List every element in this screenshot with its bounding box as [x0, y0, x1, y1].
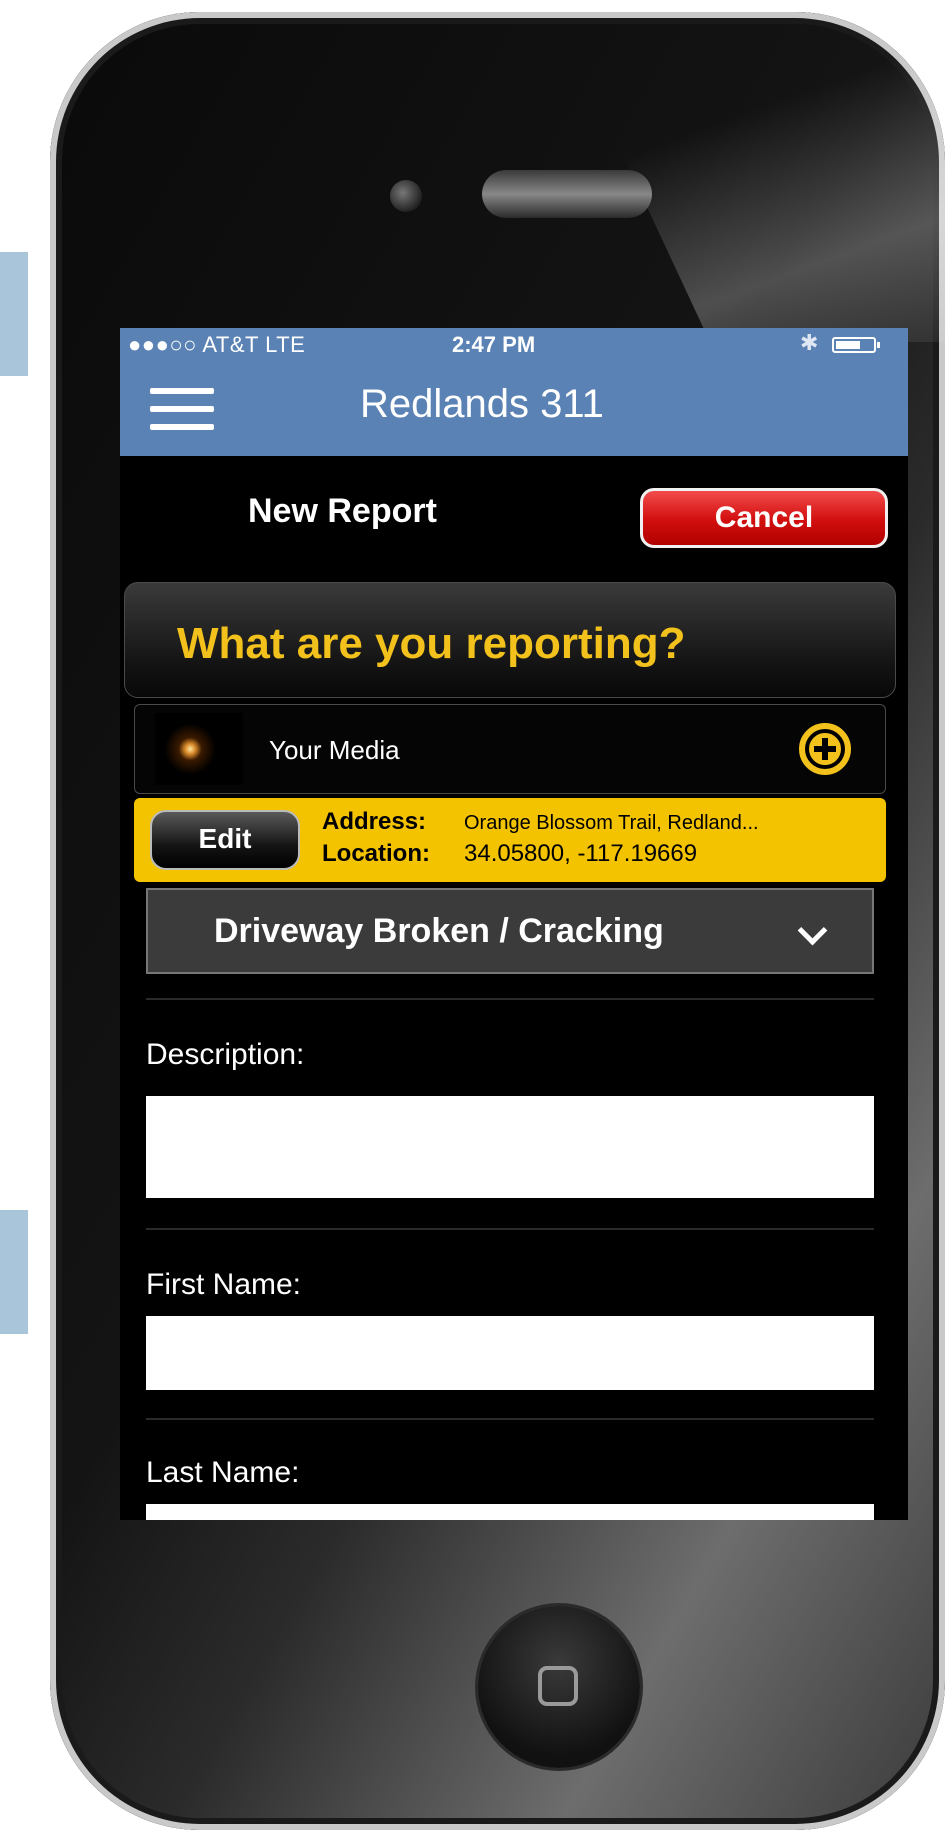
carrier-signal: ●●●○○ AT&T LTE [128, 332, 306, 357]
question-text: What are you reporting? [177, 619, 686, 668]
category-select[interactable]: Driveway Broken / Cracking [146, 888, 874, 974]
question-banner: What are you reporting? [124, 582, 896, 698]
divider [146, 998, 874, 1000]
nav-bar: Redlands 311 [120, 362, 908, 456]
add-media-icon[interactable] [799, 723, 851, 775]
location-bar: Edit Address: Orange Blossom Trail, Redl… [134, 798, 886, 882]
first-name-label: First Name: [146, 1268, 302, 1301]
category-selected-value: Driveway Broken / Cracking [214, 912, 664, 950]
divider [146, 1418, 874, 1420]
status-time: 2:47 PM [452, 332, 536, 357]
media-thumbnail[interactable] [155, 713, 243, 785]
page-title: New Report [248, 492, 437, 530]
description-input[interactable] [146, 1096, 874, 1198]
media-label: Your Media [269, 735, 400, 765]
divider [146, 1228, 874, 1230]
app-title: Redlands 311 [360, 382, 604, 426]
last-name-input[interactable] [146, 1504, 874, 1520]
side-tab-top [0, 252, 28, 376]
first-name-input[interactable] [146, 1316, 874, 1390]
address-value: Orange Blossom Trail, Redland... [464, 812, 759, 834]
battery-tip [877, 342, 880, 348]
cancel-button[interactable]: Cancel [640, 488, 888, 548]
hamburger-menu-icon[interactable] [150, 388, 214, 432]
last-name-label: Last Name: [146, 1456, 300, 1489]
location-value: 34.05800, -117.19669 [464, 840, 698, 867]
description-label: Description: [146, 1038, 305, 1071]
camera-icon [390, 180, 422, 212]
status-bar: ●●●○○ AT&T LTE 2:47 PM ✱ [120, 328, 908, 362]
battery-icon [832, 337, 880, 353]
chevron-down-icon [797, 915, 828, 946]
home-button[interactable] [478, 1606, 640, 1768]
address-key: Address: [322, 808, 427, 835]
phone-screen: ●●●○○ AT&T LTE 2:47 PM ✱ Redlands 311 Ne… [120, 328, 908, 1520]
media-row[interactable]: Your Media [134, 704, 886, 794]
edit-location-button[interactable]: Edit [150, 810, 300, 870]
bluetooth-icon: ✱ [800, 330, 819, 355]
location-key: Location: [322, 840, 430, 867]
home-square-icon [538, 1666, 578, 1706]
battery-fill [836, 341, 860, 349]
side-tab-bottom [0, 1210, 28, 1334]
speaker-grille [482, 170, 652, 218]
